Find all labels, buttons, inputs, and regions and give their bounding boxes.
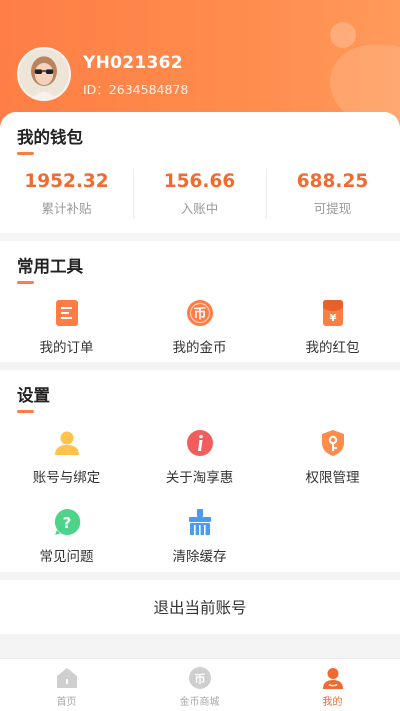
user-id: ID：2634584878	[83, 82, 189, 97]
svg-text:¥: ¥	[329, 313, 336, 324]
tools-title: 常用工具	[17, 257, 83, 276]
tools-card: 常用工具 我的订单 币 我的金币 ¥ 我的红包	[0, 241, 400, 362]
wallet-title: 我的钱包	[17, 128, 83, 147]
stat-label: 入账中	[180, 201, 219, 216]
profile-icon	[322, 668, 343, 689]
bottom-tab-bar: 首页 币 金币商城 我的	[0, 658, 400, 711]
red-packet-icon: ¥	[322, 300, 343, 326]
tool-label: 我的金币	[172, 340, 227, 356]
logout-button[interactable]: 退出当前账号	[0, 580, 400, 634]
question-icon: ?	[54, 508, 80, 535]
tool-my-coins[interactable]: 币 我的金币	[133, 298, 266, 356]
title-underline	[17, 152, 34, 155]
tool-my-orders[interactable]: 我的订单	[0, 298, 133, 356]
stat-withdrawable[interactable]: 688.25 可提现	[266, 171, 399, 217]
stat-label: 累计补贴	[41, 201, 92, 216]
title-underline	[17, 410, 34, 413]
svg-text:?: ?	[62, 514, 71, 532]
settings-title: 设置	[17, 386, 50, 405]
settings-card: 设置 账号与绑定 关于淘享惠 权限管理 ? 常见问题 清除缓存	[0, 370, 400, 572]
tool-red-packets[interactable]: ¥ 我的红包	[266, 298, 399, 356]
broom-icon	[188, 509, 211, 535]
tab-label: 我的	[322, 697, 343, 708]
tab-coin-mall[interactable]: 币 金币商城	[133, 666, 266, 708]
stat-label: 可提现	[313, 201, 352, 216]
tool-label: 我的订单	[39, 340, 94, 356]
home-icon	[56, 668, 77, 688]
stat-pending[interactable]: 156.66 入账中	[133, 171, 266, 217]
svg-text:币: 币	[193, 307, 206, 322]
order-icon	[55, 300, 78, 326]
tab-label: 金币商城	[179, 697, 220, 708]
setting-label: 账号与绑定	[32, 470, 101, 486]
tab-home[interactable]: 首页	[0, 666, 133, 708]
setting-clear-cache[interactable]: 清除缓存	[133, 507, 266, 565]
setting-account-binding[interactable]: 账号与绑定	[0, 428, 133, 486]
tab-label: 首页	[56, 697, 77, 708]
wallet-card: 我的钱包 1952.32 累计补贴 156.66 入账中 688.25 可提现	[0, 112, 400, 233]
title-underline	[17, 281, 34, 284]
setting-label: 清除缓存	[172, 549, 227, 565]
username: YH021362	[83, 53, 183, 73]
setting-about[interactable]: 关于淘享惠	[133, 428, 266, 486]
stat-value: 688.25	[296, 171, 369, 192]
tab-mine[interactable]: 我的	[266, 666, 399, 708]
decor-dot	[330, 22, 356, 48]
svg-text:币: 币	[194, 673, 205, 686]
tool-label: 我的红包	[305, 340, 360, 356]
setting-permissions[interactable]: 权限管理	[266, 428, 399, 486]
account-icon	[54, 431, 79, 455]
stat-value: 156.66	[163, 171, 236, 192]
coin-icon: 币	[186, 300, 213, 326]
setting-label: 关于淘享惠	[165, 470, 234, 486]
setting-faq[interactable]: ? 常见问题	[0, 507, 133, 565]
info-icon	[186, 430, 213, 456]
setting-label: 常见问题	[39, 549, 94, 565]
stat-total-subsidy[interactable]: 1952.32 累计补贴	[0, 171, 133, 217]
coin-mall-icon: 币	[188, 667, 211, 689]
avatar[interactable]	[17, 47, 71, 101]
shield-key-icon	[321, 430, 344, 456]
stat-value: 1952.32	[24, 171, 109, 192]
setting-label: 权限管理	[305, 470, 360, 486]
